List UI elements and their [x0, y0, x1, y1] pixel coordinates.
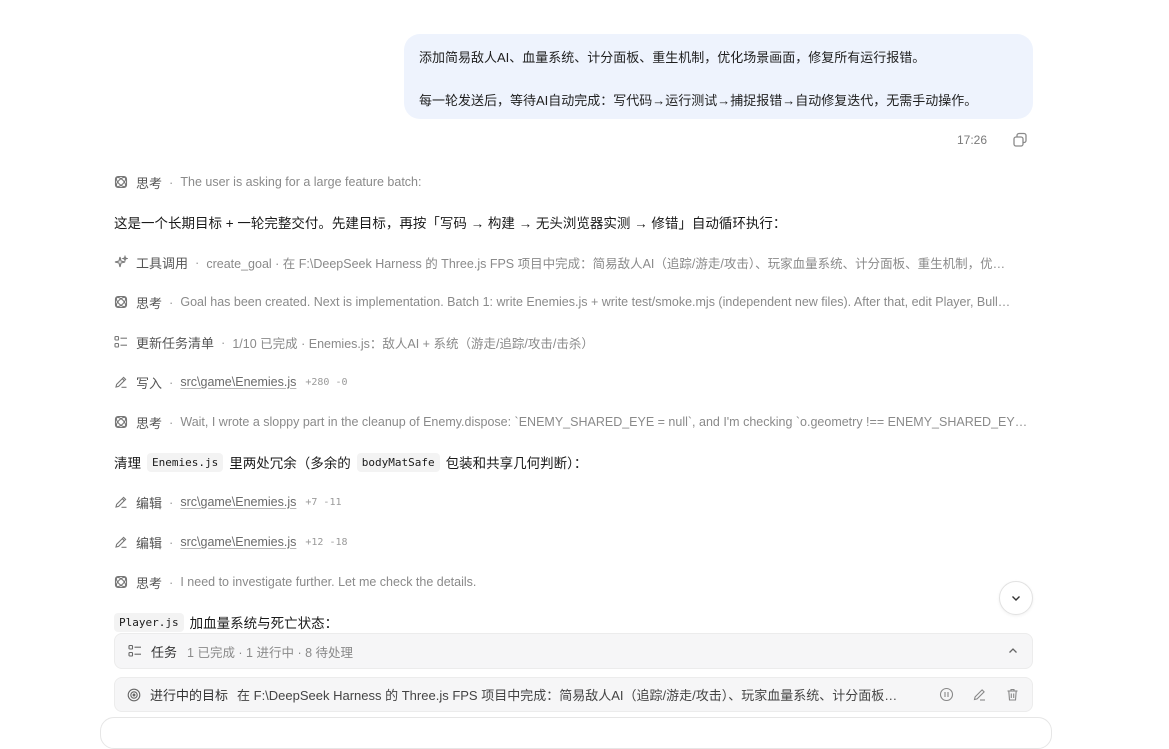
think-step-3[interactable]: 思考 · Wait, I wrote a sloppy part in the …: [114, 412, 1034, 432]
think-step-1[interactable]: 思考 · The user is asking for a large feat…: [114, 172, 421, 192]
separator: ·: [221, 334, 226, 350]
tool-call-label: 工具调用: [136, 255, 189, 271]
todo-summary: 1/10 已完成 · Enemies.js：敌人AI + 系统（游走/追踪/攻击…: [232, 336, 594, 351]
tool-call-step[interactable]: 工具调用 · create_goal · 在 F:\DeepSeek Harne…: [114, 252, 1026, 272]
inline-code: Enemies.js: [147, 452, 224, 472]
thinking-icon: [114, 295, 128, 309]
file-path-link[interactable]: src\game\Enemies.js: [180, 375, 296, 389]
diff-stats: +12 -18: [305, 536, 348, 548]
write-label: 写入: [136, 375, 163, 391]
chevron-up-icon[interactable]: [1007, 645, 1019, 657]
think-step-2[interactable]: 思考 · Goal has been created. Next is impl…: [114, 292, 1032, 312]
diff-stats: +280 -0: [305, 376, 348, 388]
think-summary: Wait, I wrote a sloppy part in the clean…: [180, 415, 1034, 429]
paragraph-text: 清理: [114, 456, 141, 471]
chevron-down-icon: [1010, 592, 1022, 604]
task-panel-label: 任务: [151, 644, 178, 660]
edit-file-step-1[interactable]: 编辑 · src\game\Enemies.js +7 -11: [114, 492, 342, 512]
separator: ·: [169, 294, 174, 310]
message-composer[interactable]: [100, 717, 1052, 749]
separator: ·: [169, 494, 174, 510]
goal-text: 在 F:\DeepSeek Harness 的 Three.js FPS 项目中…: [237, 688, 906, 703]
separator: ·: [169, 414, 174, 430]
assistant-paragraph-3: Player.js 加血量系统与死亡状态：: [114, 611, 338, 633]
pencil-icon: [114, 375, 128, 389]
paragraph-text: 包装和共享几何判断）：: [445, 456, 588, 471]
separator: ·: [195, 254, 200, 270]
diff-stats: +7 -11: [305, 496, 342, 508]
tool-call-summary: create_goal · 在 F:\DeepSeek Harness 的 Th…: [206, 256, 1006, 271]
assistant-paragraph-2: 清理 Enemies.js 里两处冗余（多余的 bodyMatSafe 包装和共…: [114, 451, 587, 473]
user-message-line-1: 添加简易敌人AI、血量系统、计分面板、重生机制，优化场景画面，修复所有运行报错。: [419, 50, 926, 65]
edit-label: 编辑: [136, 535, 163, 551]
trash-icon[interactable]: [1005, 687, 1020, 702]
edit-label: 编辑: [136, 495, 163, 511]
think-label: 思考: [136, 575, 163, 591]
pencil-icon: [114, 495, 128, 509]
copy-icon[interactable]: [1011, 131, 1029, 149]
sparkle-icon: [114, 255, 128, 269]
todo-update-step[interactable]: 更新任务清单 · 1/10 已完成 · Enemies.js：敌人AI + 系统…: [114, 332, 594, 352]
checklist-icon: [128, 644, 142, 658]
pause-icon[interactable]: [939, 687, 954, 702]
edit-icon[interactable]: [972, 687, 987, 702]
task-panel[interactable]: 任务 1 已完成 · 1 进行中 · 8 待处理: [114, 633, 1033, 669]
inline-code: bodyMatSafe: [356, 452, 440, 472]
edit-file-step-2[interactable]: 编辑 · src\game\Enemies.js +12 -18: [114, 532, 348, 552]
write-file-step[interactable]: 写入 · src\game\Enemies.js +280 -0: [114, 372, 348, 392]
think-label: 思考: [136, 175, 163, 191]
assistant-paragraph-1: 这是一个长期目标 + 一轮完整交付。先建目标，再按「写码 → 构建 → 无头浏览…: [114, 216, 787, 231]
user-message-line-2: 每一轮发送后，等待AI自动完成：写代码→运行测试→捕捉报错→自动修复迭代，无需手…: [419, 93, 978, 108]
goal-target-icon: [127, 688, 141, 702]
thinking-icon: [114, 575, 128, 589]
separator: ·: [169, 534, 174, 550]
think-summary: The user is asking for a large feature b…: [180, 175, 422, 189]
file-path-link[interactable]: src\game\Enemies.js: [180, 495, 296, 509]
think-label: 思考: [136, 415, 163, 431]
think-step-4[interactable]: 思考 · I need to investigate further. Let …: [114, 572, 476, 592]
todo-label: 更新任务清单: [136, 335, 215, 351]
scroll-to-bottom-button[interactable]: [999, 581, 1033, 615]
separator: ·: [169, 174, 174, 190]
paragraph-text: 里两处冗余（多余的: [229, 456, 351, 471]
active-goal-panel: 进行中的目标 在 F:\DeepSeek Harness 的 Three.js …: [114, 677, 1033, 712]
paragraph-text: 加血量系统与死亡状态：: [189, 616, 339, 631]
task-panel-stats: 1 已完成 · 1 进行中 · 8 待处理: [187, 645, 354, 660]
thinking-icon: [114, 415, 128, 429]
pencil-icon: [114, 535, 128, 549]
goal-label: 进行中的目标: [150, 688, 229, 703]
separator: ·: [169, 374, 174, 390]
goal-actions: [939, 687, 1020, 702]
think-summary: Goal has been created. Next is implement…: [180, 295, 1011, 309]
separator: ·: [169, 574, 174, 590]
file-path-link[interactable]: src\game\Enemies.js: [180, 535, 296, 549]
checklist-icon: [114, 335, 128, 349]
message-timestamp: 17:26: [956, 133, 987, 147]
think-label: 思考: [136, 295, 163, 311]
thinking-icon: [114, 175, 128, 189]
think-summary: I need to investigate further. Let me ch…: [180, 575, 477, 589]
inline-code: Player.js: [114, 612, 184, 632]
user-message-bubble: 添加简易敌人AI、血量系统、计分面板、重生机制，优化场景画面，修复所有运行报错。…: [404, 34, 1033, 119]
